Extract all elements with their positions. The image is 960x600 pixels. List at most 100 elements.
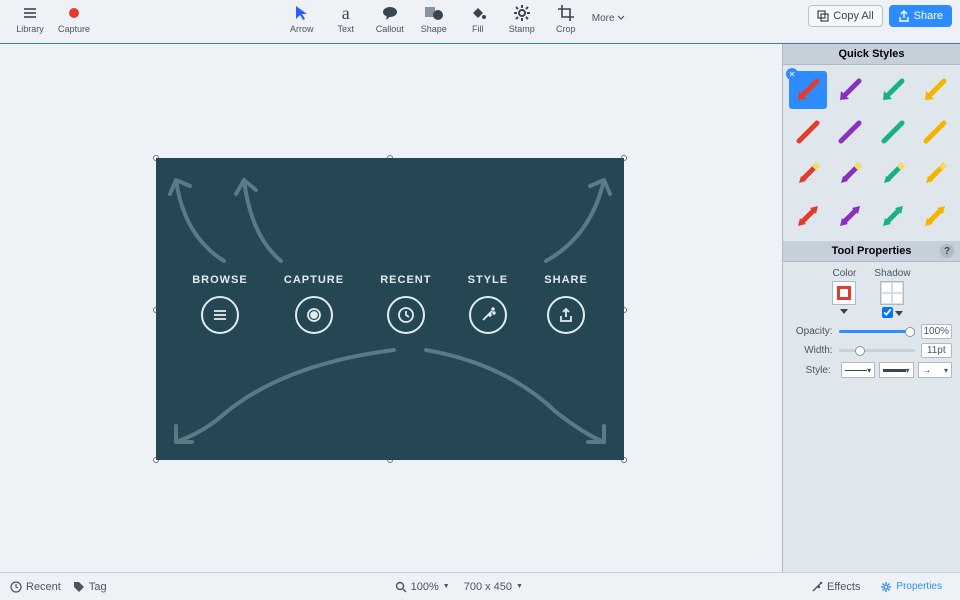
effects-button[interactable]: Effects: [811, 581, 860, 593]
artboard[interactable]: BROWSE CAPTURE RECENT STYLE SHARE: [156, 158, 624, 460]
tool-properties-header: Tool Properties ?: [783, 241, 960, 262]
tool-fill[interactable]: Fill: [456, 2, 500, 34]
tool-stamp[interactable]: Stamp: [500, 2, 544, 34]
main-area: BROWSE CAPTURE RECENT STYLE SHARE Quick Styl…: [0, 44, 960, 572]
canvas[interactable]: BROWSE CAPTURE RECENT STYLE SHARE: [0, 44, 782, 572]
share-label: Share: [914, 10, 943, 22]
quick-style-line[interactable]: [789, 113, 827, 151]
width-value: 11pt: [921, 343, 952, 358]
properties-button[interactable]: Properties: [872, 575, 950, 599]
artboard-item-label: CAPTURE: [284, 274, 344, 286]
text-icon: a: [335, 2, 357, 24]
quick-style-line[interactable]: [916, 113, 954, 151]
tool-properties: Color Shadow Opacity: 100%: [783, 262, 960, 388]
color-swatch[interactable]: [832, 281, 856, 305]
record-icon: [63, 2, 85, 24]
share-button[interactable]: Share: [889, 5, 952, 27]
menu-icon: [19, 2, 41, 24]
library-label: Library: [16, 24, 44, 34]
dimensions[interactable]: 700 x 450 ▼: [464, 581, 523, 593]
toolbar-center: Arrow a Text Callout Shape Fill Stamp Cr…: [96, 2, 808, 34]
share-up-icon: [898, 10, 910, 22]
line-body-select[interactable]: ▾: [879, 362, 913, 378]
capture-label: Capture: [58, 24, 90, 34]
quick-style-pen[interactable]: [874, 155, 912, 193]
capture-button[interactable]: Capture: [52, 2, 96, 34]
more-button[interactable]: More: [592, 13, 625, 24]
quick-style-dbl[interactable]: [874, 197, 912, 235]
dimensions-value: 700 x 450: [464, 581, 512, 593]
recent-icon: [387, 296, 425, 334]
tag-icon: [73, 581, 85, 593]
quick-styles-title: Quick Styles: [838, 48, 904, 60]
help-icon[interactable]: ?: [940, 244, 954, 258]
browse-icon: [201, 296, 239, 334]
shadow-checkbox[interactable]: [882, 307, 893, 318]
quick-style-arrow[interactable]: [831, 71, 869, 109]
quick-style-dbl[interactable]: [916, 197, 954, 235]
color-label: Color: [832, 268, 856, 279]
tool-stamp-label: Stamp: [509, 24, 535, 34]
opacity-slider[interactable]: [839, 330, 915, 333]
quick-style-pen[interactable]: [831, 155, 869, 193]
quick-style-arrow[interactable]: [874, 71, 912, 109]
shadow-swatch[interactable]: [880, 281, 904, 305]
tool-callout[interactable]: Callout: [368, 2, 412, 34]
tag-button[interactable]: Tag: [73, 581, 107, 593]
arrow-cursor-icon: [291, 2, 313, 24]
crop-icon: [555, 2, 577, 24]
quick-style-dbl[interactable]: [789, 197, 827, 235]
shadow-label: Shadow: [874, 268, 910, 279]
more-label: More: [592, 13, 615, 24]
artboard-items: BROWSE CAPTURE RECENT STYLE SHARE: [156, 274, 624, 334]
tool-properties-title: Tool Properties: [832, 245, 912, 257]
tool-shape-label: Shape: [421, 24, 447, 34]
tool-crop[interactable]: Crop: [544, 2, 588, 34]
chevron-down-icon: ▼: [516, 583, 523, 590]
quick-style-dbl[interactable]: [831, 197, 869, 235]
quick-style-pen[interactable]: [916, 155, 954, 193]
recent-button[interactable]: Recent: [10, 581, 61, 593]
opacity-value: 100%: [921, 324, 952, 339]
search-icon: [395, 581, 407, 593]
artboard-item-label: STYLE: [468, 274, 508, 286]
decor-arrow-icon: [226, 166, 306, 266]
copy-all-button[interactable]: Copy All: [808, 5, 882, 27]
artboard-item-label: BROWSE: [192, 274, 248, 286]
width-label: Width:: [791, 345, 833, 356]
recent-label: Recent: [26, 581, 61, 593]
zoom-value: 100%: [411, 581, 439, 593]
shapes-icon: [423, 2, 445, 24]
style-icon: [469, 296, 507, 334]
width-slider[interactable]: [839, 349, 915, 352]
tool-fill-label: Fill: [472, 24, 484, 34]
decor-arrow-icon: [526, 166, 616, 266]
quick-style-line[interactable]: [831, 113, 869, 151]
zoom-control[interactable]: 100% ▼: [395, 581, 450, 593]
quick-style-arrow[interactable]: [789, 71, 827, 109]
artboard-item-recent: RECENT: [380, 274, 431, 334]
speech-bubble-icon: [379, 2, 401, 24]
copy-all-label: Copy All: [833, 10, 873, 22]
color-dropdown-icon[interactable]: [840, 309, 848, 314]
side-panel: Quick Styles Tool Properties ? Color Sha…: [782, 44, 960, 572]
tool-text-label: Text: [337, 24, 354, 34]
chevron-down-icon: ▼: [443, 583, 450, 590]
tool-arrow[interactable]: Arrow: [280, 2, 324, 34]
shadow-dropdown-icon[interactable]: [895, 311, 903, 316]
effects-label: Effects: [827, 581, 860, 593]
capture-icon: [295, 296, 333, 334]
properties-label: Properties: [896, 581, 942, 592]
quick-styles-header: Quick Styles: [783, 44, 960, 65]
artboard-item-label: RECENT: [380, 274, 431, 286]
quick-style-arrow[interactable]: [916, 71, 954, 109]
line-end-select[interactable]: →▾: [918, 362, 952, 378]
tool-text[interactable]: a Text: [324, 2, 368, 34]
quick-style-line[interactable]: [874, 113, 912, 151]
artboard-item-share: SHARE: [544, 274, 588, 334]
tool-shape[interactable]: Shape: [412, 2, 456, 34]
quick-style-pen[interactable]: [789, 155, 827, 193]
artboard-item-browse: BROWSE: [192, 274, 248, 334]
library-button[interactable]: Library: [8, 2, 52, 34]
line-start-select[interactable]: ▾: [841, 362, 875, 378]
